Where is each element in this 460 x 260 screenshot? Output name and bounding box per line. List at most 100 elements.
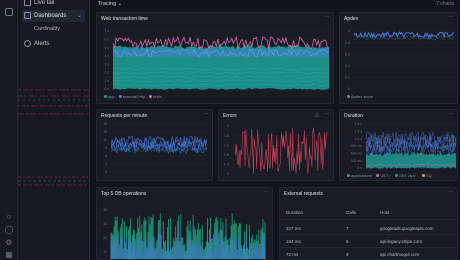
help-icon[interactable]: ◯ bbox=[4, 225, 14, 235]
legend-dot bbox=[376, 174, 380, 178]
card-top-db-operations: Top 5 DB operations ··· 40 30 20 10 bbox=[96, 187, 273, 260]
table-cell-host[interactable]: googleads.googleapis.com bbox=[380, 226, 434, 231]
chart-area bbox=[231, 125, 331, 175]
divider bbox=[280, 234, 457, 235]
column-header-duration[interactable]: Duration bbox=[286, 210, 303, 215]
legend-dot bbox=[118, 95, 122, 99]
app-root: ○ ◯ ⚙ ▦ Live tail Dashboards ⌄ Cardinali… bbox=[0, 0, 460, 260]
chart-area bbox=[109, 209, 271, 259]
chart-y-ticks: 2 1.6 1.2 0.8 0.4 0 bbox=[224, 124, 229, 176]
y-tick-label: 1.2 bbox=[224, 143, 229, 147]
sidebar: Live tail Dashboards ⌄ Cardinality Alert… bbox=[18, 0, 90, 260]
tracing-dropdown[interactable]: Tracing ⌄ bbox=[98, 0, 122, 9]
sidebar-item-live-tail[interactable]: Live tail bbox=[22, 0, 85, 9]
y-tick-label: 600 ms bbox=[351, 152, 363, 156]
top-db-chart: 40 30 20 10 bbox=[103, 208, 271, 259]
y-tick-label: 1.8 s bbox=[354, 122, 362, 126]
table-cell-calls: 5 bbox=[346, 239, 349, 244]
bell-icon[interactable]: ○ bbox=[4, 212, 14, 222]
dashboards-icon bbox=[24, 12, 31, 19]
chart-area bbox=[364, 123, 457, 169]
chart-area bbox=[109, 123, 211, 173]
y-tick-label: 1.5 s bbox=[354, 130, 362, 134]
y-tick-label: 5 s bbox=[104, 46, 109, 50]
chart-y-ticks: 40 30 20 10 bbox=[103, 208, 107, 254]
icon-rail: ○ ◯ ⚙ ▦ bbox=[0, 0, 18, 260]
y-tick-label: 2 s bbox=[104, 71, 109, 75]
alerts-icon bbox=[24, 40, 31, 47]
chart-area bbox=[111, 30, 331, 90]
sidebar-chart-bleed bbox=[18, 89, 89, 186]
y-tick-label: 1 bbox=[348, 29, 350, 33]
legend-item: GET / bbox=[380, 173, 391, 178]
card-errors: Errors △ ··· 2 1.6 1.2 0.8 0.4 0 bbox=[218, 109, 334, 181]
y-tick-label: 0.4 bbox=[345, 64, 350, 68]
chart-y-ticks: 1 0.8 0.6 0.4 0.2 0 bbox=[345, 29, 350, 91]
web-transaction-chart: 7 s 6 s 5 s 4 s 3 s 2 s 1 s 0 s bbox=[104, 29, 331, 91]
y-tick-label: 30 bbox=[103, 222, 107, 226]
y-tick-label: 0.4 bbox=[224, 163, 229, 167]
settings-icon[interactable]: ⚙ bbox=[4, 238, 14, 248]
column-header-calls[interactable]: Calls bbox=[346, 210, 356, 215]
divider bbox=[280, 247, 457, 248]
legend-item: redis bbox=[153, 94, 162, 99]
workspace-icon[interactable] bbox=[5, 8, 13, 16]
y-tick-label: 1 s bbox=[104, 79, 109, 83]
table-cell-host[interactable]: api-legacy.stripe.com bbox=[380, 239, 422, 244]
legend-dot bbox=[421, 174, 425, 178]
card-external-requests: External requests ··· Duration Calls Hos… bbox=[279, 187, 458, 260]
sidebar-item-label: Live tail bbox=[34, 0, 55, 6]
legend-dot bbox=[347, 95, 350, 99]
grid-icon[interactable]: ▦ bbox=[4, 250, 14, 260]
charts-count: 7 charts bbox=[436, 1, 454, 7]
legend-dot bbox=[394, 174, 398, 178]
table-cell-duration: 72 ms bbox=[286, 252, 299, 257]
card-title: External requests bbox=[284, 191, 323, 197]
legend-dot bbox=[149, 95, 153, 99]
chart-legend: applications GET / GET /api/.. SQ bbox=[344, 173, 432, 178]
y-tick-label: 10 bbox=[103, 250, 107, 254]
duration-chart: 1.8 s 1.5 s 1.2 s 900 ms 600 ms 300 ms 0 s bbox=[351, 122, 457, 170]
y-tick-label: 40 bbox=[103, 208, 107, 212]
chart-area bbox=[352, 30, 456, 90]
sidebar-item-cardinality[interactable]: Cardinality bbox=[34, 24, 60, 34]
y-tick-label: 15 bbox=[103, 130, 107, 134]
legend-item: external-http bbox=[122, 94, 146, 99]
series-line bbox=[110, 135, 208, 149]
y-tick-label: 0 s bbox=[357, 166, 362, 170]
y-tick-label: 1.6 bbox=[224, 134, 229, 138]
series-area bbox=[366, 152, 456, 169]
chart-legend: Apdex score bbox=[344, 94, 373, 99]
card-duration: Duration ··· 1.8 s 1.5 s 1.2 s 900 ms 600 ms… bbox=[339, 109, 458, 181]
y-tick-label: 4 s bbox=[104, 54, 109, 58]
sidebar-item-label: Dashboards bbox=[34, 13, 67, 19]
sidebar-item-label: Alerts bbox=[34, 41, 50, 47]
legend-item: app bbox=[108, 94, 115, 99]
column-header-host[interactable]: Host bbox=[380, 210, 389, 215]
chart-y-ticks: 1.8 s 1.5 s 1.2 s 900 ms 600 ms 300 ms 0 s bbox=[351, 122, 363, 170]
chevron-down-icon: ⌄ bbox=[117, 1, 123, 7]
y-tick-label: 0 bbox=[105, 170, 107, 174]
requests-per-minute-chart: 18 15 12 9 6 3 0 bbox=[103, 122, 211, 174]
live-tail-icon bbox=[24, 0, 31, 6]
sidebar-item-dashboards[interactable]: Dashboards ⌄ bbox=[22, 10, 85, 22]
apdex-chart: 1 0.8 0.6 0.4 0.2 0 bbox=[345, 29, 456, 91]
y-tick-label: 3 bbox=[105, 162, 107, 166]
more-options-icon[interactable]: ··· bbox=[449, 189, 454, 195]
legend-dot bbox=[104, 95, 107, 99]
chart-legend: app external-http redis bbox=[101, 94, 162, 99]
table-cell-duration: 184 ms bbox=[286, 239, 301, 244]
y-tick-label: 0 s bbox=[104, 87, 109, 91]
table-cell-calls: 8 bbox=[346, 252, 349, 257]
y-tick-label: 900 ms bbox=[351, 144, 363, 148]
table-cell-host[interactable]: api.chartmogul.com bbox=[380, 252, 419, 257]
sidebar-item-alerts[interactable]: Alerts bbox=[22, 38, 85, 50]
card-web-transaction-time: Web transaction time ··· 7 s6 s5 s4 s3 s… bbox=[96, 12, 334, 104]
legend-item: Apdex score bbox=[351, 94, 374, 99]
y-tick-label: 1.2 s bbox=[354, 137, 362, 141]
divider bbox=[280, 219, 457, 220]
errors-chart: 2 1.6 1.2 0.8 0.4 0 bbox=[224, 124, 331, 176]
y-tick-label: 0.6 bbox=[345, 52, 350, 56]
table-cell-duration: 327 ms bbox=[286, 226, 301, 231]
y-tick-label: 18 bbox=[103, 122, 107, 126]
